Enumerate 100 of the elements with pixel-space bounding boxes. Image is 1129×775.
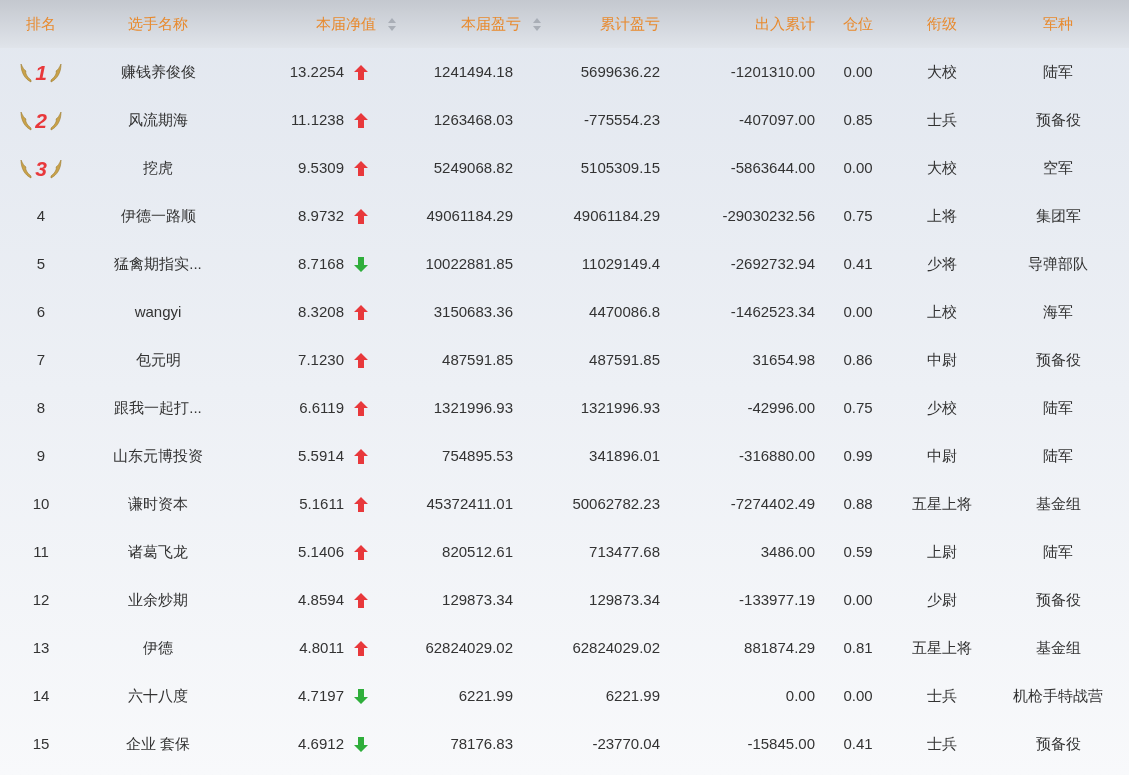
- table-cell-text: 5.1406: [298, 541, 344, 562]
- rank-number: 11: [33, 541, 49, 562]
- player-name: 企业 套保: [125, 733, 191, 754]
- table-cell-text: -23770.04: [592, 733, 660, 754]
- table-cell-text: 五星上将: [912, 637, 972, 658]
- table-cell-text: 少尉: [927, 589, 957, 610]
- player-name: 猛禽期指实...: [114, 253, 202, 274]
- table-cell-text: 62824029.02: [572, 637, 660, 658]
- table-cell-text: 4470086.8: [589, 301, 660, 322]
- table-cell-text: 基金组: [1035, 637, 1081, 658]
- player-name: 跟我一起打...: [114, 397, 202, 418]
- wing-icon: [20, 61, 33, 83]
- rank-number: 10: [32, 493, 50, 514]
- table-cell-text: 机枪手特战营: [1013, 685, 1103, 706]
- sort-icon: [533, 17, 541, 31]
- table-cell-text: 0.41: [843, 253, 873, 274]
- table-cell-text: -42996.00: [747, 397, 815, 418]
- table-cell-text: 上将: [927, 205, 957, 226]
- table-cell-text: 754895.53: [442, 445, 513, 466]
- table-cell-text: 0.86: [843, 349, 873, 370]
- table-cell-text: 少将: [927, 253, 957, 274]
- sortable-column-header[interactable]: 本届盈亏: [461, 12, 541, 36]
- rank-number: 14: [32, 685, 50, 706]
- table-cell-text: 50062782.23: [572, 493, 660, 514]
- table-cell-text: 陆军: [1043, 61, 1073, 82]
- table-cell-text: 0.00: [843, 157, 873, 178]
- table-cell-text: 士兵: [927, 109, 957, 130]
- table-cell-text: 大校: [927, 157, 957, 178]
- rank-number: 2: [34, 109, 48, 131]
- rank-number: 7: [36, 349, 46, 370]
- table-cell-text: 0.00: [785, 685, 815, 706]
- table-cell-text: 0.00: [843, 685, 873, 706]
- table-cell-text: 预备役: [1035, 589, 1081, 610]
- rank-number: 9: [36, 445, 46, 466]
- table-cell-text: 1263468.03: [433, 109, 513, 130]
- table-cell-text: 1241494.18: [433, 61, 513, 82]
- table-cell-text: 6221.99: [605, 685, 660, 706]
- table-cell-text: -1462523.34: [730, 301, 815, 322]
- table-cell-text: 中尉: [927, 445, 957, 466]
- table-cell-text: 5699636.22: [580, 61, 660, 82]
- table-cell-text: 31654.98: [752, 349, 815, 370]
- table-cell-text: -133977.19: [739, 589, 815, 610]
- table-cell-text: 5105309.15: [580, 157, 660, 178]
- wing-icon: [49, 157, 62, 179]
- table-cell-text: 士兵: [927, 685, 957, 706]
- table-cell-text: 4.8011: [299, 637, 344, 658]
- table-cell-text: -29030232.56: [722, 205, 815, 226]
- player-name: 业余炒期: [128, 589, 188, 610]
- column-header: 衔级: [927, 13, 957, 34]
- table-cell-text: 129873.34: [442, 589, 513, 610]
- player-name: 伊德一路顺: [120, 205, 196, 226]
- table-cell-text: 0.81: [843, 637, 873, 658]
- table-cell-text: 海军: [1043, 301, 1073, 322]
- table-cell-text: 820512.61: [442, 541, 513, 562]
- table-cell-text: 4.8594: [298, 589, 344, 610]
- table-cell-text: 11029149.4: [581, 253, 660, 274]
- table-cell-text: 预备役: [1035, 349, 1081, 370]
- player-name: 赚钱养俊俊: [120, 61, 196, 82]
- table-cell-text: -7274402.49: [730, 493, 815, 514]
- player-name: 诸葛飞龙: [128, 541, 188, 562]
- table-cell-text: 基金组: [1035, 493, 1081, 514]
- table-cell-text: 9.5309: [298, 157, 344, 178]
- table-cell-text: 49061184.29: [426, 205, 513, 226]
- table-cell-text: 五星上将: [912, 493, 972, 514]
- table-cell-text: 487591.85: [442, 349, 513, 370]
- table-cell-text: 5.1611: [299, 493, 344, 514]
- rank-number: 1: [34, 61, 48, 83]
- table-cell-text: 8.9732: [298, 205, 344, 226]
- table-cell-text: 45372411.01: [426, 493, 513, 514]
- table-cell-text: 0.88: [843, 493, 873, 514]
- sort-icon: [388, 17, 396, 31]
- table-cell-text: 3150683.36: [433, 301, 513, 322]
- column-header: 累计盈亏: [600, 13, 660, 34]
- wing-icon: [49, 109, 62, 131]
- table-cell-text: 6221.99: [458, 685, 513, 706]
- table-cell-text: 0.75: [843, 397, 873, 418]
- table-cell-text: 0.00: [843, 61, 873, 82]
- table-cell-text: 空军: [1043, 157, 1073, 178]
- player-name: 风流期海: [128, 109, 188, 130]
- wing-icon: [49, 61, 62, 83]
- rank-number: 15: [32, 733, 50, 754]
- table-cell-text: 1321996.93: [580, 397, 660, 418]
- table-cell-text: 预备役: [1035, 109, 1081, 130]
- sortable-column-header[interactable]: 本届净值: [316, 12, 396, 36]
- table-cell-text: 78176.83: [450, 733, 513, 754]
- table-cell-text: 6.6119: [299, 397, 344, 418]
- column-header: 出入累计: [755, 13, 815, 34]
- column-header: 军种: [1043, 13, 1073, 34]
- table-cell-text: 10022881.85: [425, 253, 513, 274]
- table-cell-text: 陆军: [1043, 541, 1073, 562]
- player-name: wangyi: [134, 301, 182, 322]
- table-cell-text: 881874.29: [744, 637, 815, 658]
- rank-number: 5: [36, 253, 46, 274]
- table-cell-text: -1201310.00: [730, 61, 815, 82]
- rank-number: 13: [32, 637, 50, 658]
- table-cell-text: 13.2254: [289, 61, 344, 82]
- table-cell-text: 487591.85: [589, 349, 660, 370]
- table-cell-text: 0.00: [843, 589, 873, 610]
- table-cell-text: 少校: [927, 397, 957, 418]
- table-cell-text: 集团军: [1035, 205, 1081, 226]
